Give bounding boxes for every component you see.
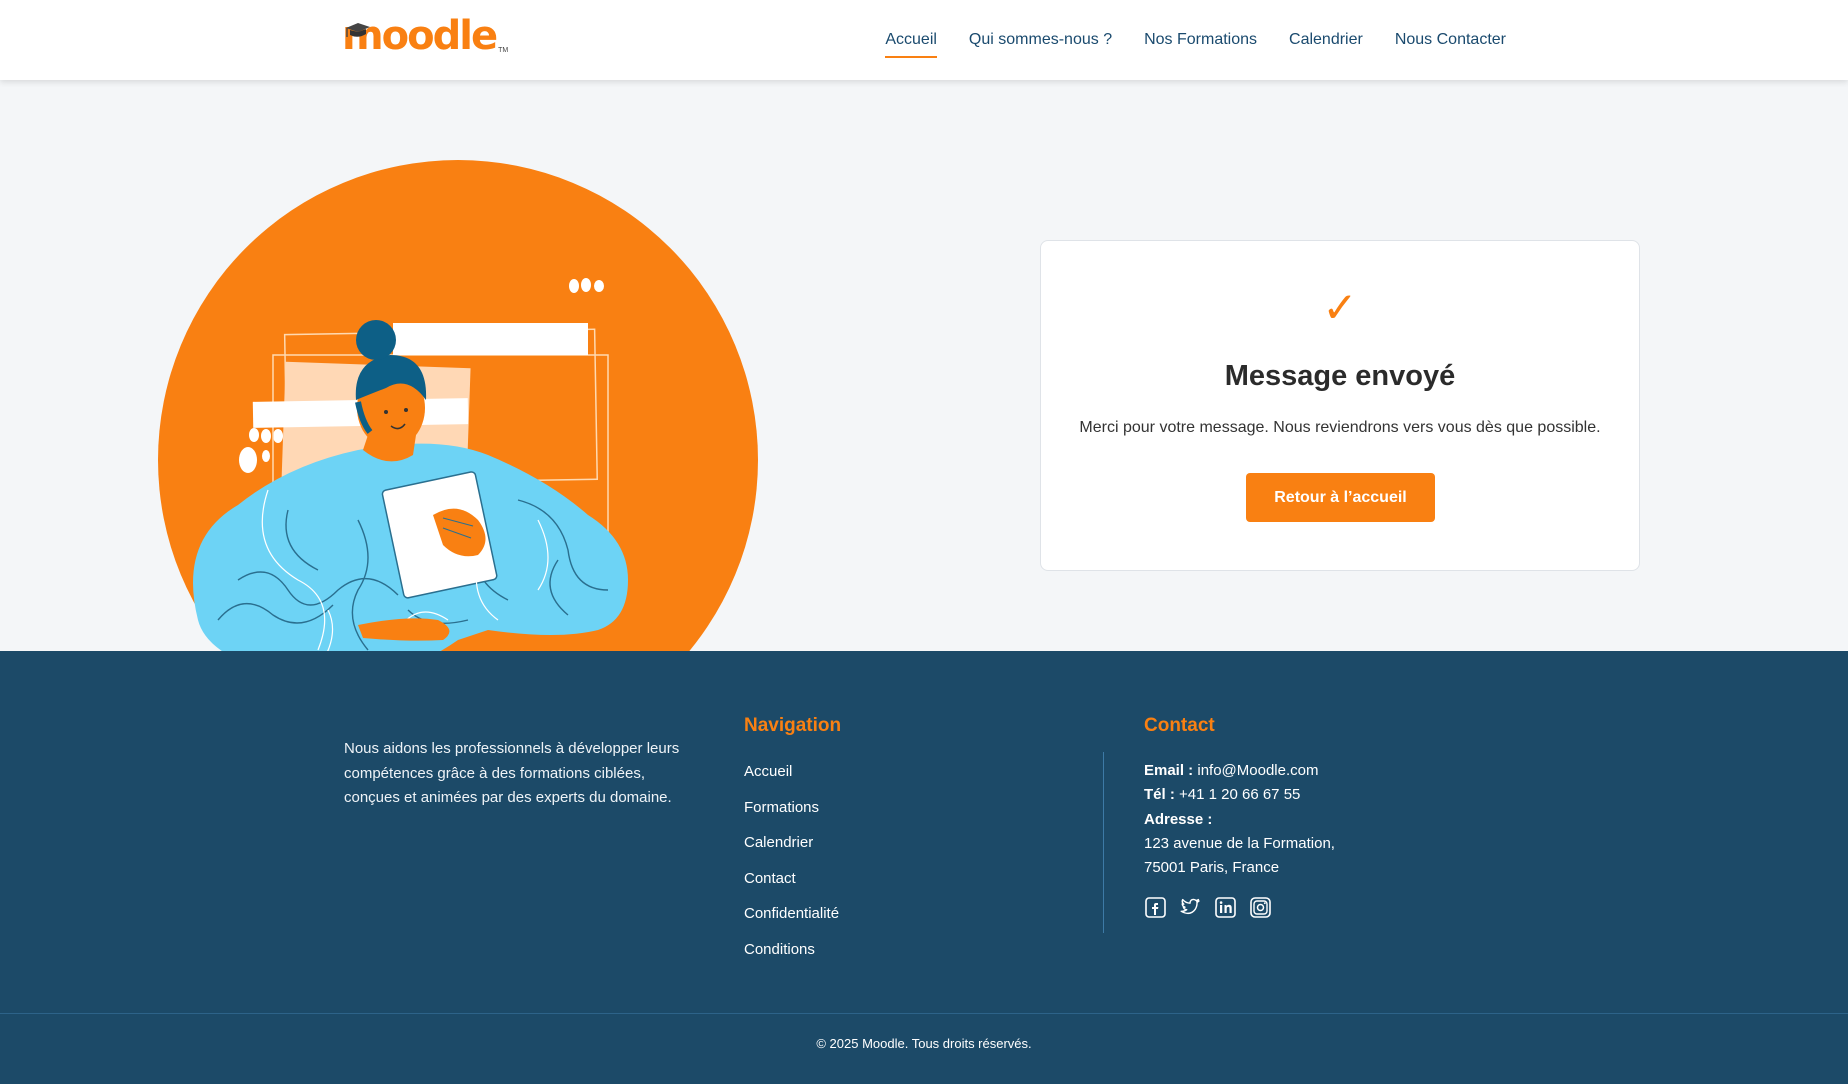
phone-label: Tél : — [1144, 786, 1175, 804]
twitter-icon[interactable] — [1179, 896, 1201, 918]
nav-calendrier[interactable]: Calendrier — [1289, 28, 1363, 58]
footer-link-confidentialite[interactable]: Confidentialité — [744, 905, 839, 941]
phone-value[interactable]: +41 1 20 66 67 55 — [1179, 786, 1300, 803]
footer-nav: Accueil Formations Calendrier Contact Co… — [744, 763, 839, 977]
contact-email: Email : info@Moodle.com — [1144, 759, 1464, 783]
linkedin-icon[interactable] — [1214, 896, 1236, 918]
main-content: ✓ Message envoyé Merci pour votre messag… — [0, 80, 1848, 651]
email-label: Email : — [1144, 762, 1194, 779]
logo-trademark: TM — [498, 47, 509, 54]
address-label: Adresse : — [1144, 810, 1213, 828]
email-value[interactable]: info@Moodle.com — [1197, 762, 1318, 779]
confirmation-card: ✓ Message envoyé Merci pour votre messag… — [1040, 240, 1640, 571]
nav-qui-sommes-nous[interactable]: Qui sommes-nous ? — [969, 28, 1112, 58]
site-header: moodle TM Accueil Qui sommes-nous ? Nos … — [0, 0, 1848, 80]
footer-link-accueil[interactable]: Accueil — [744, 763, 839, 799]
nav-nos-formations[interactable]: Nos Formations — [1144, 28, 1257, 58]
footer-contact-heading: Contact — [1144, 715, 1215, 736]
checkmark-icon: ✓ — [1322, 284, 1358, 331]
main-nav: Accueil Qui sommes-nous ? Nos Formations… — [885, 28, 1506, 58]
footer-separator — [0, 1013, 1848, 1014]
facebook-icon[interactable] — [1144, 896, 1166, 918]
footer-nav-heading: Navigation — [744, 715, 842, 736]
contact-address-label-row: Adresse : — [1144, 808, 1464, 832]
footer-link-formations[interactable]: Formations — [744, 799, 839, 835]
address-line-1: 123 avenue de la Formation, — [1144, 834, 1335, 852]
footer-link-calendrier[interactable]: Calendrier — [744, 834, 839, 870]
instagram-icon[interactable] — [1249, 896, 1271, 918]
moodle-logo[interactable]: moodle TM — [342, 14, 508, 56]
back-home-button[interactable]: Retour à l’accueil — [1246, 473, 1435, 522]
footer-divider — [1103, 752, 1104, 933]
address-line-2: 75001 Paris, France — [1144, 859, 1280, 877]
nav-nous-contacter[interactable]: Nous Contacter — [1395, 28, 1506, 58]
social-links — [1144, 896, 1271, 918]
nav-accueil[interactable]: Accueil — [885, 28, 937, 58]
contact-details: Email : info@Moodle.com Tél : +41 1 20 6… — [1144, 759, 1464, 880]
confirmation-title: Message envoyé — [1224, 360, 1456, 392]
site-footer: Nous aidons les professionnels à dévelop… — [0, 651, 1848, 1084]
copyright-text: © 2025 Moodle. Tous droits réservés. — [816, 1036, 1032, 1051]
footer-link-contact[interactable]: Contact — [744, 870, 839, 906]
confirmation-message: Merci pour votre message. Nous reviendro… — [1079, 419, 1601, 436]
footer-link-conditions[interactable]: Conditions — [744, 941, 839, 977]
graduation-cap-icon — [346, 23, 370, 37]
footer-about-text: Nous aidons les professionnels à dévelop… — [344, 740, 680, 806]
contact-phone: Tél : +41 1 20 66 67 55 — [1144, 783, 1464, 807]
hero-illustration — [158, 160, 758, 651]
